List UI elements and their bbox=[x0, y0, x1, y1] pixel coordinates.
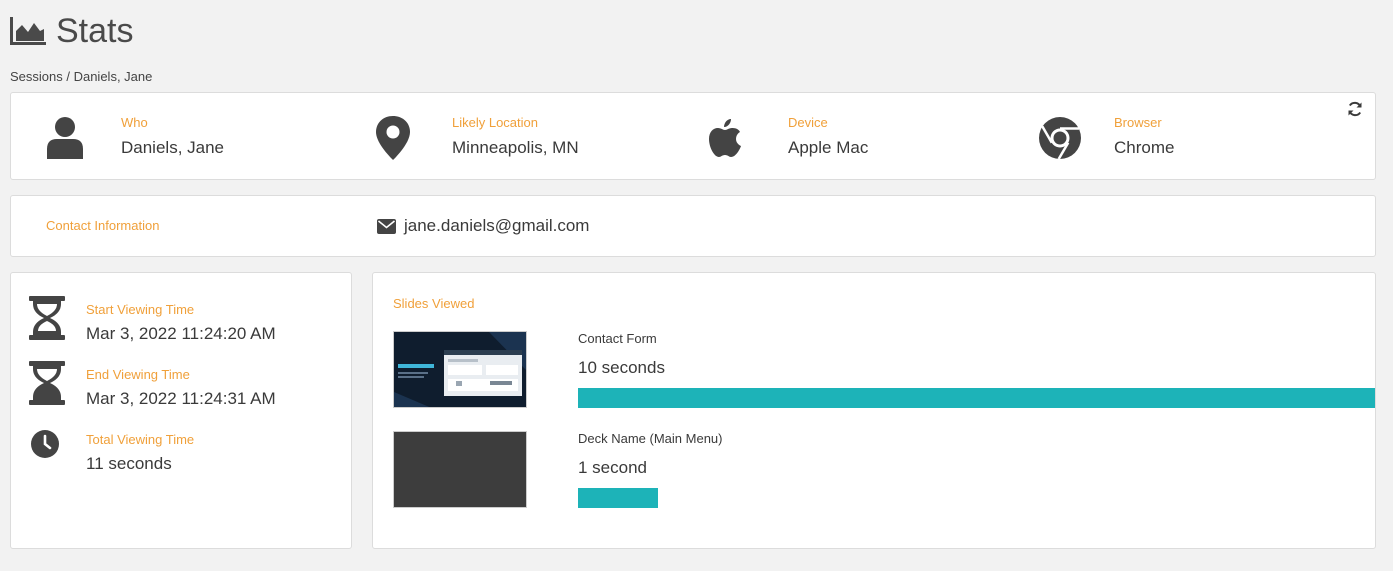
slide-name: Deck Name (Main Menu) bbox=[578, 431, 723, 446]
email-row: jane.daniels@gmail.com bbox=[377, 216, 589, 236]
end-time-row: End Viewing Time Mar 3, 2022 11:24:31 AM bbox=[11, 361, 351, 427]
total-time-value: 11 seconds bbox=[86, 454, 172, 473]
area-chart-icon bbox=[10, 17, 46, 45]
slide-duration: 10 seconds bbox=[578, 358, 665, 377]
info-browser-label: Browser bbox=[1114, 115, 1162, 130]
hourglass-end-icon bbox=[29, 361, 65, 405]
session-info-card: Who Daniels, Jane Likely Location Minnea… bbox=[10, 92, 1376, 180]
slide-duration-bar bbox=[578, 488, 1375, 508]
viewing-times-card: Start Viewing Time Mar 3, 2022 11:24:20 … bbox=[10, 272, 352, 549]
info-location-label: Likely Location bbox=[452, 115, 538, 130]
slide-duration-bar-fill bbox=[578, 488, 658, 508]
hourglass-start-icon bbox=[29, 296, 65, 340]
map-marker-icon bbox=[376, 116, 410, 160]
slide-thumbnail[interactable] bbox=[393, 431, 527, 508]
slide-item[interactable]: Deck Name (Main Menu) 1 second bbox=[393, 431, 1363, 511]
slide-thumbnail[interactable] bbox=[393, 331, 527, 408]
start-time-value: Mar 3, 2022 11:24:20 AM bbox=[86, 324, 276, 343]
slide-name: Contact Form bbox=[578, 331, 657, 346]
info-device-value: Apple Mac bbox=[788, 138, 869, 157]
end-time-value: Mar 3, 2022 11:24:31 AM bbox=[86, 389, 276, 408]
start-time-label: Start Viewing Time bbox=[86, 302, 195, 317]
total-time-label: Total Viewing Time bbox=[86, 432, 195, 447]
envelope-icon bbox=[377, 218, 396, 234]
info-who-label: Who bbox=[121, 115, 148, 130]
slide-item[interactable]: Contact Form 10 seconds bbox=[393, 331, 1375, 411]
page-header: Stats bbox=[10, 14, 133, 48]
slide-duration: 1 second bbox=[578, 458, 647, 477]
contact-label: Contact Information bbox=[46, 218, 160, 233]
breadcrumb[interactable]: Sessions / Daniels, Jane bbox=[10, 69, 152, 84]
user-icon bbox=[47, 117, 83, 159]
slides-viewed-label: Slides Viewed bbox=[393, 296, 475, 311]
page-title: Stats bbox=[56, 12, 134, 50]
info-browser-value: Chrome bbox=[1114, 138, 1175, 157]
clock-icon bbox=[31, 430, 59, 458]
refresh-icon[interactable] bbox=[1347, 101, 1363, 117]
end-time-label: End Viewing Time bbox=[86, 367, 190, 382]
contact-form-thumbnail-image bbox=[394, 332, 526, 407]
info-who-value: Daniels, Jane bbox=[121, 138, 225, 157]
slides-viewed-card: Slides Viewed Contact Form 10 seconds De… bbox=[372, 272, 1376, 549]
chrome-icon bbox=[1039, 117, 1081, 159]
slide-duration-bar bbox=[578, 388, 1375, 408]
slide-duration-bar-fill bbox=[578, 388, 1375, 408]
start-time-row: Start Viewing Time Mar 3, 2022 11:24:20 … bbox=[11, 296, 351, 362]
info-device-label: Device bbox=[788, 115, 828, 130]
info-location-value: Minneapolis, MN bbox=[452, 138, 579, 157]
contact-card: Contact Information jane.daniels@gmail.c… bbox=[10, 195, 1376, 257]
total-time-row: Total Viewing Time 11 seconds bbox=[11, 430, 351, 492]
apple-icon bbox=[709, 119, 741, 157]
contact-email[interactable]: jane.daniels@gmail.com bbox=[404, 216, 589, 236]
